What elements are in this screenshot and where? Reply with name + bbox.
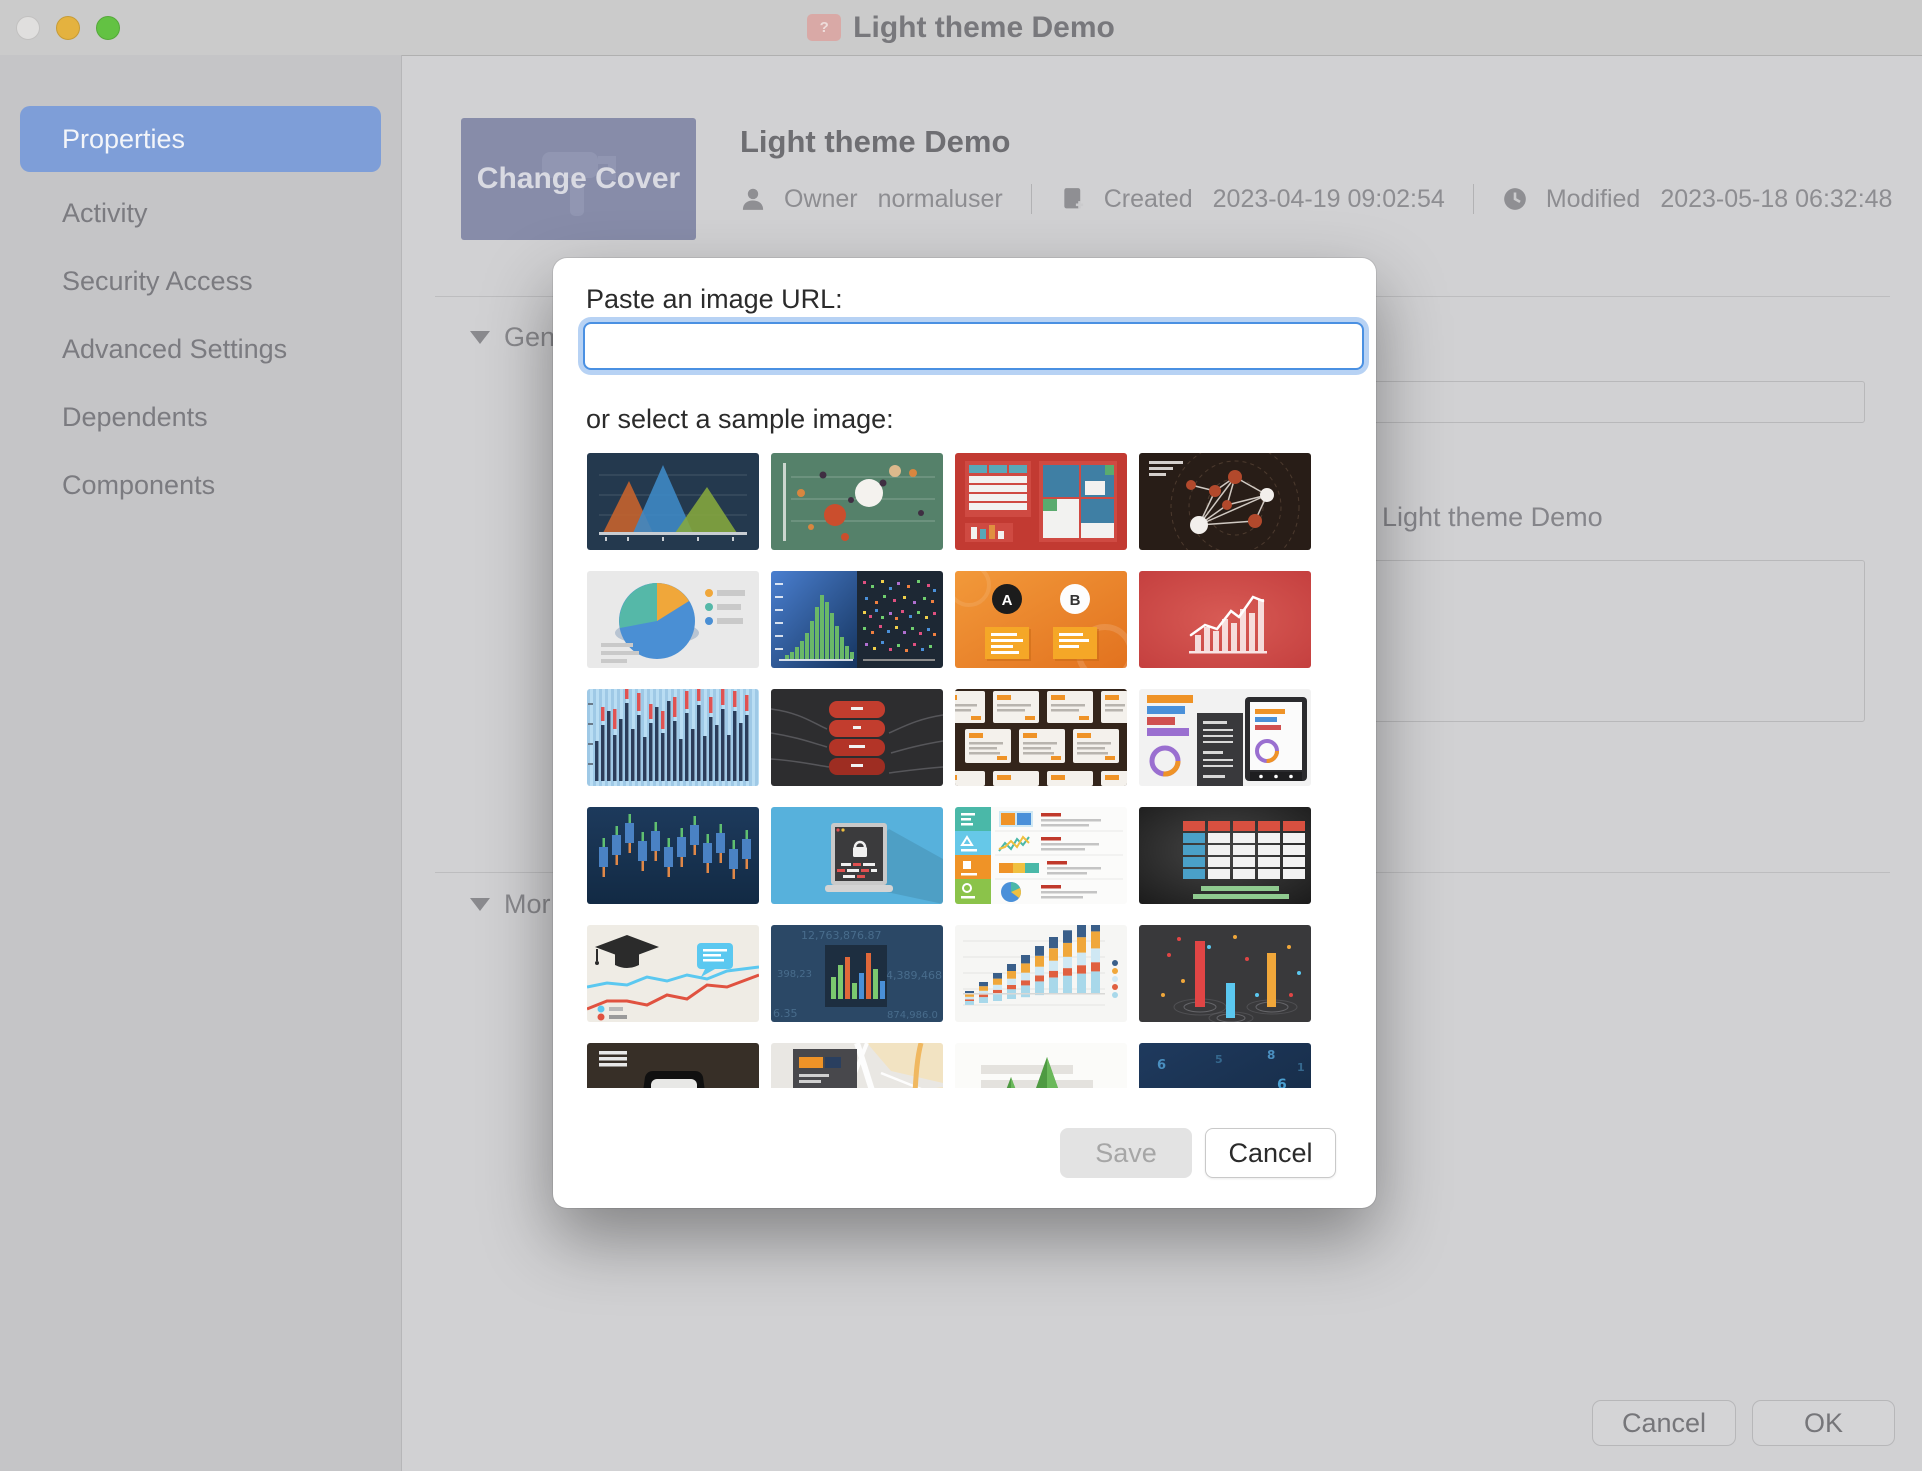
sample-growth-chart[interactable] (1139, 571, 1311, 668)
url-label: Paste an image URL: (586, 284, 843, 315)
digit-text: 6 (1157, 1058, 1166, 1073)
name-value-text: Light theme Demo (1382, 502, 1603, 533)
more-section-header[interactable]: Mor (470, 889, 551, 920)
digit-text: 8 (1267, 1048, 1275, 1062)
sidebar-item-activity[interactable]: Activity (20, 180, 381, 246)
change-cover-button[interactable]: Change Cover (461, 118, 696, 240)
sample-candlestick[interactable] (587, 807, 759, 904)
chevron-down-icon (470, 898, 490, 911)
digit-text: 1 (1297, 1061, 1305, 1074)
document-icon: ? (807, 14, 841, 41)
general-section-label: Gen (504, 322, 555, 353)
sample-truck[interactable] (587, 1043, 759, 1088)
image-url-input[interactable] (583, 322, 1364, 370)
sample-ab-comparison[interactable]: A B (955, 571, 1127, 668)
created-label: Created (1104, 185, 1193, 214)
number-text: 34,389,468. (879, 969, 943, 982)
sample-ridge-area-chart[interactable] (587, 453, 759, 550)
window-title: Light theme Demo (853, 11, 1115, 45)
owner-icon (740, 186, 766, 212)
sample-database[interactable] (771, 689, 943, 786)
sidebar-item-properties[interactable]: Properties (20, 106, 381, 172)
save-button[interactable]: Save (1060, 1128, 1192, 1178)
sample-map[interactable] (771, 1043, 943, 1088)
sidebar-item-dependents[interactable]: Dependents (20, 384, 381, 450)
metadata-row: Owner normaluser Created 2023-04-19 09:0… (740, 184, 1892, 214)
label-a: A (1002, 592, 1013, 609)
sample-trees[interactable] (955, 1043, 1127, 1088)
chevron-down-icon (470, 331, 490, 344)
sample-numbers-bars[interactable]: 12,763,876.87 398,23 34,389,468. 6.35 87… (771, 925, 943, 1022)
sidebar-item-components[interactable]: Components (20, 452, 381, 518)
owner-label: Owner (784, 185, 858, 214)
sample-stacked-columns[interactable] (955, 925, 1127, 1022)
sample-volume-bars[interactable] (587, 689, 759, 786)
number-text: 398,23 (777, 969, 812, 980)
sample-education-lines[interactable] (587, 925, 759, 1022)
sidebar-item-security-access[interactable]: Security Access (20, 248, 381, 314)
general-section-header[interactable]: Gen (470, 322, 555, 353)
sample-red-dashboard[interactable] (955, 453, 1127, 550)
modified-label: Modified (1546, 185, 1641, 214)
sample-report-list[interactable] (955, 807, 1127, 904)
cancel-button[interactable]: Cancel (1592, 1400, 1736, 1446)
more-section-label: Mor (504, 889, 551, 920)
label-b: B (1070, 592, 1081, 609)
sample-image-grid: A B (587, 453, 1311, 1088)
sample-laptop-security[interactable] (771, 807, 943, 904)
dialog-cancel-button[interactable]: Cancel (1205, 1128, 1336, 1178)
created-value: 2023-04-19 09:02:54 (1213, 185, 1445, 214)
modified-icon (1502, 186, 1528, 212)
page-title: Light theme Demo (740, 124, 1010, 160)
owner-value: normaluser (878, 185, 1003, 214)
sample-bubble-scatter[interactable] (771, 453, 943, 550)
sidebar-item-advanced-settings[interactable]: Advanced Settings (20, 316, 381, 382)
modified-value: 2023-05-18 06:32:48 (1660, 185, 1892, 214)
sample-pie-chart[interactable] (587, 571, 759, 668)
change-cover-dialog: Paste an image URL: or select a sample i… (553, 258, 1376, 1208)
digit-text: 6 (1277, 1077, 1287, 1088)
number-text: 6.35 (773, 1007, 798, 1020)
meta-divider (1031, 184, 1032, 214)
sample-dark-table[interactable] (1139, 807, 1311, 904)
created-icon (1060, 186, 1086, 212)
ok-button[interactable]: OK (1752, 1400, 1895, 1446)
sample-histogram-confetti[interactable] (771, 571, 943, 668)
sample-network-graph[interactable] (1139, 453, 1311, 550)
sample-dashboard-collage[interactable] (1139, 689, 1311, 786)
window-title-container: ? Light theme Demo (0, 0, 1922, 55)
sample-3d-columns[interactable] (1139, 925, 1311, 1022)
sample-card-board[interactable] (955, 689, 1127, 786)
number-text: 874,986.0 (887, 1010, 938, 1021)
meta-divider (1473, 184, 1474, 214)
number-text: 12,763,876.87 (801, 929, 881, 942)
sample-digits[interactable]: 6 5 8 1 6 9 5 9 6 9 8 0 (1139, 1043, 1311, 1088)
select-sample-label: or select a sample image: (586, 404, 894, 435)
digit-text: 5 (1215, 1053, 1223, 1066)
